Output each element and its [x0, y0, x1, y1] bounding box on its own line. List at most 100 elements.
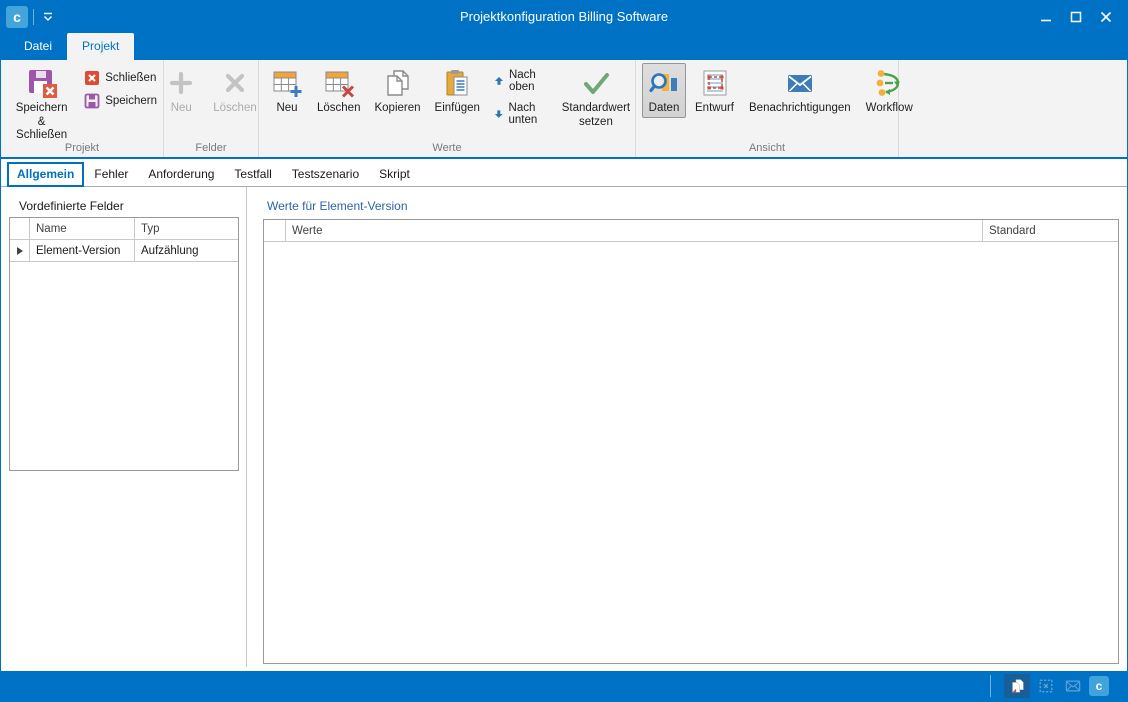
grid-header-row: Name Typ	[10, 218, 238, 240]
ribbon-tab-projekt[interactable]: Projekt	[67, 33, 134, 60]
ribbon-empty-area	[899, 60, 1127, 157]
schliessen-button[interactable]: Schließen	[84, 70, 157, 86]
button-label: Nach unten	[509, 102, 544, 126]
close-red-icon	[84, 70, 100, 86]
delete-x-icon	[219, 67, 251, 99]
maximize-button[interactable]	[1061, 1, 1091, 33]
close-button[interactable]	[1091, 1, 1121, 33]
speichern-und-schliessen-button[interactable]: Speichern & Schließen	[5, 63, 78, 145]
button-label: Löschen	[317, 102, 360, 116]
content-area: Allgemein Fehler Anforderung Testfall Te…	[1, 161, 1127, 671]
minimize-button[interactable]	[1031, 1, 1061, 33]
window-controls	[1031, 1, 1121, 33]
button-label: Löschen	[213, 102, 256, 116]
status-entwurf-view-button[interactable]	[1035, 675, 1057, 697]
ribbon: Speichern & Schließen Schließen	[1, 60, 1127, 159]
ribbon-group-projekt: Speichern & Schließen Schließen	[1, 60, 164, 157]
tab-allgemein[interactable]: Allgemein	[7, 162, 84, 187]
row-selector-header[interactable]	[264, 220, 286, 242]
button-label: Speichern	[105, 95, 157, 107]
werte-neu-button[interactable]: Neu	[265, 63, 309, 118]
column-header-typ[interactable]: Typ	[135, 218, 238, 240]
data-view-icon	[648, 67, 680, 99]
nach-oben-button[interactable]: Nach oben	[494, 69, 544, 93]
design-dashed-icon	[1038, 678, 1054, 694]
fields-grid: Name Typ Element-Version Aufzählung	[9, 217, 239, 471]
arrow-up-icon	[494, 73, 504, 89]
cell-name[interactable]: Element-Version	[30, 240, 135, 262]
einfuegen-button[interactable]: Einfügen	[429, 63, 486, 118]
window-title: Projektkonfiguration Billing Software	[1, 1, 1127, 33]
save-icon	[84, 93, 100, 109]
ribbon-tab-datei[interactable]: Datei	[9, 33, 67, 60]
design-view-icon	[699, 67, 731, 99]
ribbon-group-ansicht: Daten Entwurf	[636, 60, 899, 157]
ribbon-group-felder: Neu Löschen Felder	[164, 60, 259, 157]
tab-fehler[interactable]: Fehler	[84, 163, 138, 186]
mail-icon	[784, 67, 816, 99]
felder-neu-button[interactable]: Neu	[159, 63, 203, 118]
row-selector-cell[interactable]	[10, 240, 30, 262]
entwurf-view-button[interactable]: Entwurf	[689, 63, 740, 118]
right-panel-title: Werte für Element-Version	[267, 199, 408, 213]
status-bar: c	[1, 671, 1127, 701]
save-close-icon	[26, 67, 58, 99]
speichern-button[interactable]: Speichern	[84, 93, 157, 109]
document-tabstrip: Allgemein Fehler Anforderung Testfall Te…	[1, 161, 1127, 187]
status-app-logo-button[interactable]: c	[1089, 676, 1109, 696]
arrow-down-icon	[494, 106, 504, 122]
felder-loeschen-button[interactable]: Löschen	[207, 63, 262, 118]
tab-skript[interactable]: Skript	[369, 163, 420, 186]
button-label: Einfügen	[435, 102, 480, 116]
row-selector-header[interactable]	[10, 218, 30, 240]
button-label: Nach oben	[509, 69, 544, 93]
current-row-indicator-icon	[17, 247, 23, 255]
mail-muted-icon	[1065, 678, 1081, 694]
data-pages-icon	[1009, 678, 1025, 694]
table-delete-icon	[323, 67, 355, 99]
statusbar-separator	[990, 675, 991, 697]
ribbon-group-werte: Neu Löschen	[259, 60, 636, 157]
ribbon-group-label: Werte	[259, 142, 635, 154]
column-header-werte[interactable]: Werte	[286, 220, 983, 242]
status-benachrichtigungen-view-button[interactable]	[1062, 675, 1084, 697]
kopieren-button[interactable]: Kopieren	[368, 63, 426, 118]
table-row[interactable]: Element-Version Aufzählung	[10, 240, 238, 262]
titlebar: c Projektkonfiguration Billing Software	[1, 1, 1127, 33]
status-daten-view-button[interactable]	[1004, 674, 1030, 698]
plus-icon	[165, 67, 197, 99]
checkmark-icon	[580, 67, 612, 99]
daten-view-button[interactable]: Daten	[642, 63, 686, 118]
ribbon-group-label: Projekt	[1, 142, 163, 154]
button-label: Neu	[171, 102, 192, 116]
button-label: Entwurf	[695, 102, 734, 116]
ribbon-group-label: Felder	[164, 142, 258, 154]
copy-icon	[382, 67, 414, 99]
tab-testszenario[interactable]: Testszenario	[282, 163, 369, 186]
button-label: Daten	[649, 102, 680, 116]
button-label: Standardwert setzen	[562, 102, 630, 129]
button-label: Schließen	[105, 72, 156, 84]
left-panel-title: Vordefinierte Felder	[19, 199, 124, 213]
paste-icon	[441, 67, 473, 99]
column-header-name[interactable]: Name	[30, 218, 135, 240]
app-window: c Projektkonfiguration Billing Software …	[0, 0, 1128, 702]
nach-unten-button[interactable]: Nach unten	[494, 102, 544, 126]
standardwert-setzen-button[interactable]: Standardwert setzen	[556, 63, 636, 131]
ribbon-group-label: Ansicht	[636, 142, 898, 154]
benachrichtigungen-view-button[interactable]: Benachrichtigungen	[743, 63, 857, 118]
tab-anforderung[interactable]: Anforderung	[138, 163, 224, 186]
werte-loeschen-button[interactable]: Löschen	[311, 63, 366, 118]
button-label: Speichern & Schließen	[11, 102, 72, 143]
grid-header-row: Werte Standard	[264, 220, 1118, 242]
ribbon-tabrow: Datei Projekt	[1, 33, 1127, 60]
table-add-icon	[271, 67, 303, 99]
tab-testfall[interactable]: Testfall	[224, 163, 281, 186]
panel-splitter[interactable]	[246, 187, 247, 667]
app-logo-letter: c	[1096, 679, 1103, 693]
column-header-standard[interactable]: Standard	[983, 220, 1118, 242]
button-label: Neu	[276, 102, 297, 116]
button-label: Benachrichtigungen	[749, 102, 851, 116]
values-grid: Werte Standard	[263, 219, 1119, 664]
cell-typ[interactable]: Aufzählung	[135, 240, 238, 262]
